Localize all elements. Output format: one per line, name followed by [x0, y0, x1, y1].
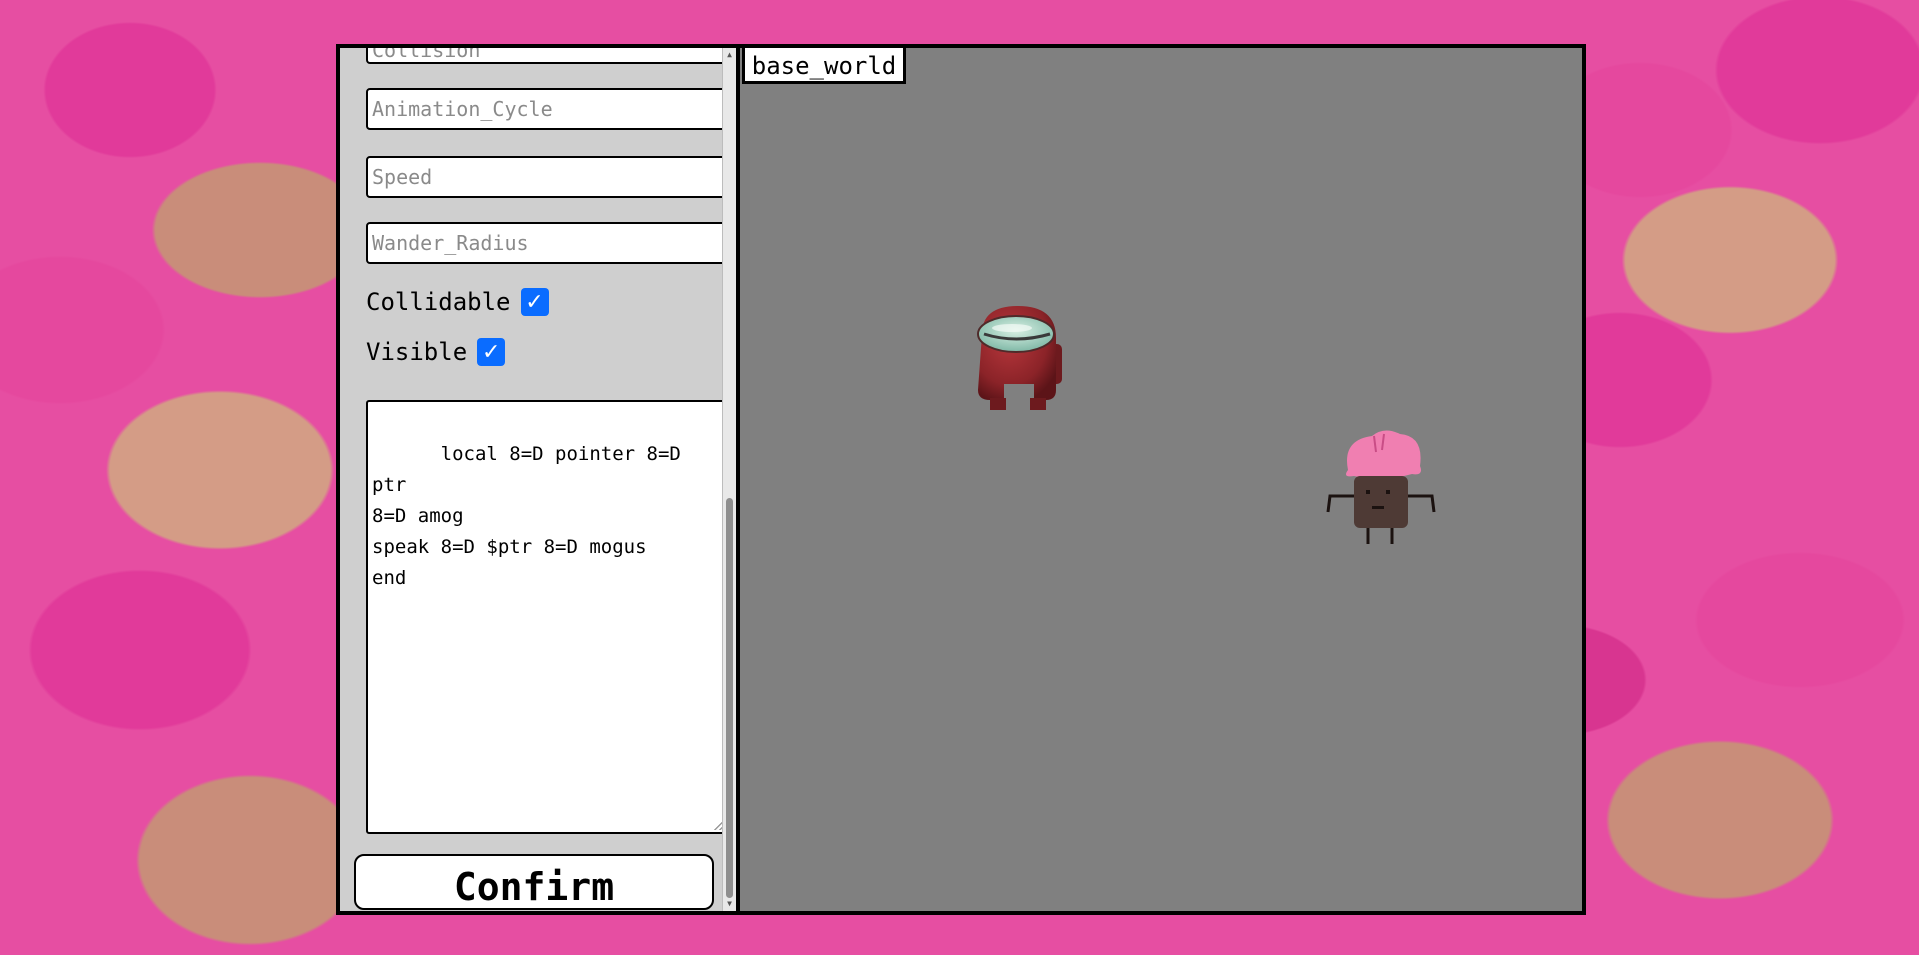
scrollbar-thumb[interactable]	[726, 498, 733, 898]
script-editor[interactable]: local 8=D pointer 8=D ptr 8=D amog speak…	[366, 400, 728, 834]
collidable-checkbox[interactable]: ✓	[520, 288, 549, 316]
speed-input[interactable]	[366, 156, 728, 198]
pink-hair-npc-sprite[interactable]	[1324, 426, 1438, 548]
animation-cycle-input[interactable]	[366, 88, 728, 130]
game-editor-window: Collidable ✓ Visible ✓ local 8=D pointer…	[336, 44, 1586, 915]
cut-off-field[interactable]	[366, 48, 728, 64]
visible-row: Visible ✓	[366, 338, 506, 366]
collidable-row: Collidable ✓	[366, 288, 549, 316]
checkmark-icon: ✓	[481, 339, 501, 365]
scroll-up-icon[interactable]: ▲	[723, 48, 736, 62]
panel-scrollbar[interactable]: ▲ ▼	[722, 48, 736, 911]
visible-label: Visible	[366, 338, 468, 366]
collidable-label: Collidable	[366, 288, 511, 316]
visible-checkbox[interactable]: ✓	[477, 338, 506, 366]
world-name-tab[interactable]: base_world	[742, 48, 906, 84]
scroll-down-icon[interactable]: ▼	[723, 897, 736, 911]
wander-radius-input[interactable]	[366, 222, 728, 264]
properties-panel: Collidable ✓ Visible ✓ local 8=D pointer…	[340, 48, 740, 911]
script-text: local 8=D pointer 8=D ptr 8=D amog speak…	[372, 443, 681, 589]
amogus-sprite[interactable]	[972, 304, 1064, 412]
checkmark-icon: ✓	[525, 289, 544, 315]
desktop-background: { "editor": { "cut_field": { "placeholde…	[0, 0, 1919, 955]
confirm-button[interactable]: Confirm	[354, 854, 714, 910]
